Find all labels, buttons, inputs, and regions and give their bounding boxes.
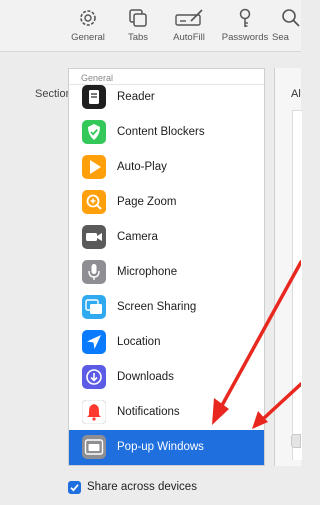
bell-icon xyxy=(82,400,106,424)
popup-window-icon xyxy=(82,435,106,459)
list-item-content-blockers[interactable]: Content Blockers xyxy=(69,115,264,150)
list-item-label: Page Zoom xyxy=(117,196,177,208)
checkmark-shield-icon xyxy=(82,120,106,144)
right-panel-heading: Al xyxy=(291,88,301,100)
location-arrow-icon xyxy=(82,330,106,354)
list-item-page-zoom[interactable]: Page Zoom xyxy=(69,185,264,220)
list-item-label: Microphone xyxy=(117,266,178,278)
list-item-downloads[interactable]: Downloads xyxy=(69,360,264,395)
screen-sharing-icon xyxy=(82,295,106,319)
toolbar-autofill-label: AutoFill xyxy=(173,32,205,43)
list-item-label: Downloads xyxy=(117,371,174,383)
zoom-icon xyxy=(82,190,106,214)
list-item-camera[interactable]: Camera xyxy=(69,220,264,255)
share-across-devices-checkbox[interactable] xyxy=(68,481,81,494)
list-item-notifications[interactable]: Notifications xyxy=(69,395,264,430)
list-item-location[interactable]: Location xyxy=(69,325,264,360)
list-item-label: Location xyxy=(117,336,161,348)
camera-icon xyxy=(82,225,106,249)
toolbar-passwords-label: Passwords xyxy=(221,32,269,43)
preferences-toolbar: General Tabs AutoFill Passwords Sea xyxy=(0,0,301,52)
gear-icon xyxy=(80,10,96,26)
toolbar-search-button[interactable]: Sea xyxy=(272,7,312,43)
toolbar-search-label: Sea xyxy=(272,32,289,43)
checkmark-icon xyxy=(70,484,79,492)
section-label: Section xyxy=(35,88,72,100)
autofill-icon xyxy=(175,9,203,26)
reader-icon xyxy=(82,85,106,109)
right-panel-button[interactable] xyxy=(291,434,301,448)
toolbar-autofill-button[interactable]: AutoFill xyxy=(161,7,217,43)
key-icon xyxy=(239,8,251,27)
search-icon xyxy=(282,9,300,27)
list-item-label: Content Blockers xyxy=(117,126,205,138)
website-settings-list: General Reader Content Blockers Auto-Pla… xyxy=(68,68,265,466)
play-icon xyxy=(82,155,106,179)
right-panel-list xyxy=(292,110,302,460)
list-item-microphone[interactable]: Microphone xyxy=(69,255,264,290)
download-icon xyxy=(82,365,106,389)
list-item-label: Screen Sharing xyxy=(117,301,197,313)
toolbar-general-button[interactable]: General xyxy=(60,7,116,43)
list-item-auto-play[interactable]: Auto-Play xyxy=(69,150,264,185)
right-settings-panel xyxy=(274,68,302,466)
list-item-screen-sharing[interactable]: Screen Sharing xyxy=(69,290,264,325)
list-item-label: Reader xyxy=(117,91,155,103)
share-across-devices-label: Share across devices xyxy=(87,481,197,493)
toolbar-tabs-label: Tabs xyxy=(127,32,149,43)
list-item-label: Pop-up Windows xyxy=(117,441,204,453)
list-item-label: Camera xyxy=(117,231,158,243)
toolbar-passwords-button[interactable]: Passwords xyxy=(217,7,273,43)
list-item-reader[interactable]: Reader xyxy=(69,80,264,115)
list-item-label: Auto-Play xyxy=(117,161,167,173)
tabs-icon xyxy=(129,9,147,27)
toolbar-general-label: General xyxy=(71,32,105,43)
list-item-label: Notifications xyxy=(117,406,180,418)
microphone-icon xyxy=(82,260,106,284)
toolbar-tabs-button[interactable]: Tabs xyxy=(110,7,166,43)
list-item-popup-windows[interactable]: Pop-up Windows xyxy=(69,430,264,465)
